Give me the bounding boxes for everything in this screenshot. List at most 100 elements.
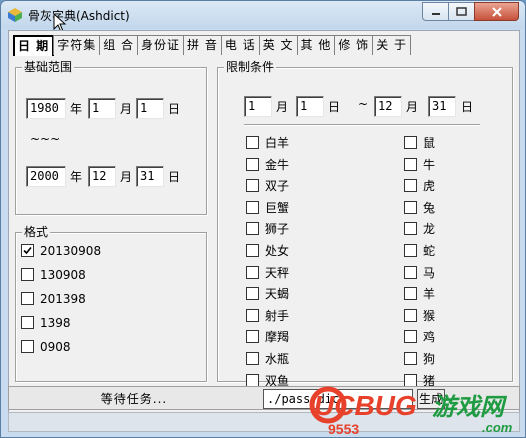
tab-id-card[interactable]: 身份证	[137, 35, 185, 55]
zodiac-sign-label: 白羊	[265, 136, 290, 150]
zodiac-sign-label: 天秤	[265, 265, 290, 280]
format-group: 格式 20130908 130908 201398 1398 0908	[15, 225, 207, 382]
maximize-icon	[456, 7, 467, 16]
start-day-unit: 日	[168, 102, 181, 116]
limit-to-month-field[interactable]: 12	[374, 96, 402, 117]
start-day-field[interactable]: 1	[136, 98, 164, 119]
end-month-unit: 月	[120, 170, 133, 184]
zodiac-sign-label: 巨蟹	[265, 200, 290, 215]
tab-bar: 日 期 字符集 组 合 身份证 拼 音 电 话 英 文 其 他 修 饰 关 于	[13, 35, 412, 56]
limit-to-day-unit: 日	[461, 100, 474, 114]
zodiac-sign-checkbox[interactable]	[246, 352, 259, 365]
zodiac-sign-label: 射手	[265, 308, 290, 323]
format-option-label: 0908	[40, 340, 71, 354]
status-text: 等待任务...	[100, 392, 168, 406]
zodiac-sign-checkbox[interactable]	[246, 244, 259, 257]
app-window: 骨灰字典(Ashdict) 日 期 字符集 组 合 身份证 拼 音 电 话 英 …	[0, 0, 526, 438]
format-checkbox[interactable]	[21, 292, 34, 305]
tab-english[interactable]: 英 文	[258, 35, 298, 55]
close-button[interactable]	[474, 2, 519, 21]
watermark-site: .com	[482, 420, 513, 435]
watermark-brand: UCBUG	[314, 390, 417, 421]
main-panel: 日 期 字符集 组 合 身份证 拼 音 电 话 英 文 其 他 修 饰 关 于 …	[8, 30, 520, 432]
minimize-button[interactable]	[422, 2, 449, 21]
close-icon	[491, 6, 502, 17]
zodiac-sign-checkbox[interactable]	[246, 308, 259, 322]
chinese-zodiac-checkbox[interactable]	[404, 352, 417, 365]
zodiac-sign-label: 处女	[265, 244, 290, 258]
tab-phone[interactable]: 电 话	[220, 35, 260, 55]
tab-about[interactable]: 关 于	[372, 35, 412, 55]
chinese-zodiac-label: 羊	[423, 287, 436, 302]
zodiac-sign-checkbox[interactable]	[246, 136, 259, 149]
zodiac-sign-label: 水瓶	[265, 352, 290, 366]
zodiac-sign-checkbox[interactable]	[246, 330, 259, 344]
chinese-zodiac-checkbox[interactable]	[404, 287, 417, 301]
start-month-field[interactable]: 1	[88, 98, 116, 119]
limits-legend: 限制条件	[224, 60, 277, 74]
limit-from-month-field[interactable]: 1	[244, 96, 272, 117]
format-checkbox[interactable]	[21, 340, 34, 353]
end-year-unit: 年	[70, 170, 83, 184]
chinese-zodiac-checkbox[interactable]	[404, 330, 417, 344]
chinese-zodiac-checkbox[interactable]	[404, 136, 417, 149]
watermark-suffix: 游戏网	[432, 393, 508, 421]
app-logo-icon	[8, 8, 22, 22]
range-legend: 基础范围	[22, 60, 75, 74]
format-option-label: 130908	[40, 268, 86, 282]
zodiac-sign-checkbox[interactable]	[246, 265, 259, 279]
zodiac-sign-checkbox[interactable]	[246, 373, 259, 387]
chinese-zodiac-checkbox[interactable]	[404, 200, 417, 214]
end-month-field[interactable]: 12	[88, 166, 116, 187]
tab-charset[interactable]: 字符集	[53, 35, 101, 55]
checkmark-icon	[23, 246, 32, 255]
limit-from-month-unit: 月	[276, 100, 289, 114]
zodiac-sign-label: 金牛	[265, 157, 290, 172]
zodiac-sign-label: 摩羯	[265, 330, 290, 345]
tab-modify[interactable]: 修 饰	[334, 35, 374, 55]
chinese-zodiac-label: 龙	[423, 222, 436, 237]
limit-from-day-unit: 日	[328, 100, 341, 114]
chinese-zodiac-label: 马	[423, 265, 436, 280]
end-day-field[interactable]: 31	[136, 166, 164, 187]
format-checkbox[interactable]	[21, 268, 34, 281]
maximize-button[interactable]	[448, 2, 475, 21]
chinese-zodiac-checkbox[interactable]	[404, 308, 417, 322]
zodiac-sign-checkbox[interactable]	[246, 157, 259, 171]
zodiac-sign-checkbox[interactable]	[246, 200, 259, 214]
range-group: 基础范围 1980 年 1 月 1 日 ~~~ 2000 年 12 月 31 日	[15, 60, 207, 215]
limit-tilde: ~	[358, 97, 369, 111]
title-bar[interactable]: 骨灰字典(Ashdict)	[1, 1, 525, 33]
limit-to-day-field[interactable]: 31	[428, 96, 456, 117]
zodiac-sign-checkbox[interactable]	[246, 287, 259, 301]
chinese-zodiac-checkbox[interactable]	[404, 265, 417, 279]
zodiac-sign-checkbox[interactable]	[246, 179, 259, 193]
format-checkbox[interactable]	[21, 244, 34, 257]
ucbug-watermark-logo: UCBUG 游戏网 .com 9553	[309, 386, 513, 437]
format-checkbox[interactable]	[21, 316, 34, 329]
limits-divider	[244, 124, 480, 126]
window-title: 骨灰字典(Ashdict)	[28, 9, 130, 23]
tab-pinyin[interactable]: 拼 音	[183, 35, 222, 55]
chinese-zodiac-label: 蛇	[423, 244, 436, 258]
end-year-field[interactable]: 2000	[26, 166, 66, 187]
tab-date[interactable]: 日 期	[13, 35, 55, 56]
format-option-label: 20130908	[40, 244, 102, 258]
zodiac-sign-label: 狮子	[265, 222, 290, 237]
limit-to-month-unit: 月	[406, 100, 419, 114]
start-year-field[interactable]: 1980	[26, 98, 66, 119]
zodiac-sign-label: 天蝎	[265, 287, 290, 302]
chinese-zodiac-checkbox[interactable]	[404, 157, 417, 171]
start-month-unit: 月	[120, 102, 133, 116]
chinese-zodiac-checkbox[interactable]	[404, 179, 417, 193]
zodiac-sign-checkbox[interactable]	[246, 222, 259, 236]
chinese-zodiac-checkbox[interactable]	[404, 222, 417, 236]
chinese-zodiac-label: 猴	[423, 308, 436, 323]
chinese-zodiac-checkbox[interactable]	[404, 244, 417, 257]
tab-other[interactable]: 其 他	[296, 35, 336, 55]
chinese-zodiac-label: 牛	[423, 157, 436, 172]
format-option-label: 1398	[40, 316, 71, 330]
tab-combine[interactable]: 组 合	[99, 35, 139, 55]
limit-from-day-field[interactable]: 1	[296, 96, 324, 117]
chinese-zodiac-label: 鸡	[423, 330, 436, 345]
